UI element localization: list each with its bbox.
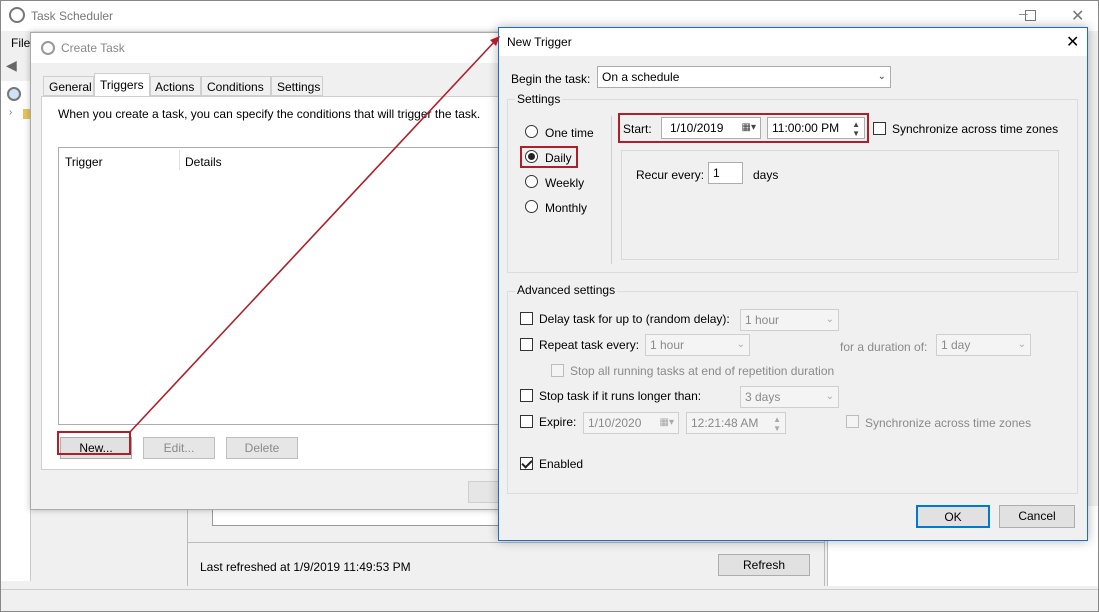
tree-root-clock-icon[interactable] bbox=[7, 87, 21, 101]
stop-task-chevron-icon: ⌄ bbox=[825, 391, 834, 402]
expire-label[interactable]: Expire: bbox=[539, 415, 576, 429]
radio-weekly[interactable] bbox=[525, 175, 538, 188]
menu-file[interactable]: File bbox=[11, 36, 30, 50]
recur-panel bbox=[621, 150, 1059, 260]
stop-task-checkbox[interactable] bbox=[520, 389, 533, 402]
tab-general[interactable]: General bbox=[43, 76, 94, 96]
daily-highlight bbox=[520, 146, 578, 168]
expire-sync-label[interactable]: Synchronize across time zones bbox=[865, 416, 1031, 430]
new-trigger-titlebar: New Trigger ✕ bbox=[499, 28, 1087, 56]
delay-value: 1 hour bbox=[745, 313, 780, 327]
task-scheduler-title: Task Scheduler bbox=[31, 9, 114, 23]
triggers-tab-panel: When you create a task, you can specify … bbox=[41, 96, 501, 470]
expire-spinner-icon[interactable]: ▲ ▼ bbox=[773, 415, 781, 433]
tree-expand-icon[interactable]: › bbox=[9, 107, 12, 118]
triggers-list[interactable]: Trigger Details bbox=[58, 147, 500, 425]
stop-task-value: 3 days bbox=[745, 390, 781, 404]
sync-time-zones-checkbox[interactable] bbox=[873, 122, 886, 135]
radio-monthly-label[interactable]: Monthly bbox=[545, 201, 587, 215]
clock-icon bbox=[9, 7, 25, 23]
enabled-label[interactable]: Enabled bbox=[539, 457, 583, 471]
column-trigger[interactable]: Trigger bbox=[65, 155, 103, 169]
expire-date-value: 1/10/2020 bbox=[588, 416, 642, 430]
duration-select[interactable]: 1 day ⌄ bbox=[936, 334, 1031, 356]
recur-label: Recur every: bbox=[636, 168, 705, 182]
recur-days-input[interactable]: 1 bbox=[708, 162, 743, 184]
start-highlight bbox=[618, 113, 869, 143]
new-trigger-dialog: New Trigger ✕ Begin the task: On a sched… bbox=[498, 27, 1088, 541]
expire-time-field[interactable]: 12:21:48 AM ▲ ▼ bbox=[686, 412, 786, 434]
delay-select[interactable]: 1 hour ⌄ bbox=[740, 309, 839, 331]
tab-actions[interactable]: Actions bbox=[150, 76, 201, 96]
radio-one-time[interactable] bbox=[525, 125, 538, 138]
column-divider bbox=[179, 150, 180, 170]
tab-settings[interactable]: Settings bbox=[271, 76, 323, 96]
tab-conditions-label: Conditions bbox=[207, 80, 264, 94]
recur-unit-label: days bbox=[753, 168, 779, 182]
recur-days-value: 1 bbox=[713, 166, 720, 180]
radio-monthly[interactable] bbox=[525, 200, 538, 213]
sync-time-zones-label[interactable]: Synchronize across time zones bbox=[892, 122, 1058, 136]
delete-trigger-button[interactable]: Delete bbox=[226, 437, 298, 459]
repeat-value: 1 hour bbox=[650, 338, 685, 352]
begin-task-label: Begin the task: bbox=[511, 72, 591, 86]
radio-weekly-label[interactable]: Weekly bbox=[545, 176, 584, 190]
status-bar bbox=[1, 589, 1098, 611]
chevron-down-icon: ⌄ bbox=[877, 71, 886, 82]
tab-triggers-label: Triggers bbox=[100, 78, 144, 92]
maximize-icon[interactable] bbox=[1025, 10, 1036, 21]
back-arrow-icon[interactable]: ◀ bbox=[6, 57, 17, 74]
begin-task-value: On a schedule bbox=[602, 70, 680, 84]
column-details[interactable]: Details bbox=[185, 155, 222, 169]
expire-sync-checkbox[interactable] bbox=[846, 415, 859, 428]
begin-task-select[interactable]: On a schedule ⌄ bbox=[597, 66, 891, 88]
tab-actions-label: Actions bbox=[155, 80, 195, 94]
create-task-title: Create Task bbox=[61, 41, 125, 55]
cancel-button[interactable]: Cancel bbox=[999, 505, 1075, 528]
close-icon[interactable]: ✕ bbox=[1071, 6, 1084, 26]
tab-conditions[interactable]: Conditions bbox=[201, 76, 271, 96]
repeat-chevron-icon: ⌄ bbox=[736, 339, 745, 350]
settings-separator bbox=[611, 116, 612, 264]
stop-all-checkbox[interactable] bbox=[551, 364, 564, 377]
ok-button[interactable]: OK bbox=[916, 505, 990, 528]
delay-label[interactable]: Delay task for up to (random delay): bbox=[539, 312, 730, 326]
expire-time-value: 12:21:48 AM bbox=[691, 416, 759, 430]
delay-chevron-icon: ⌄ bbox=[825, 314, 834, 325]
new-button-highlight bbox=[57, 431, 131, 455]
settings-group-label: Settings bbox=[515, 92, 563, 106]
advanced-settings-label: Advanced settings bbox=[515, 283, 618, 297]
stop-task-select[interactable]: 3 days ⌄ bbox=[740, 386, 839, 408]
enabled-checkbox[interactable] bbox=[520, 457, 533, 470]
expire-calendar-icon: ▦▾ bbox=[659, 417, 674, 428]
navigation-tree: › bbox=[1, 81, 31, 581]
new-trigger-close-icon[interactable]: ✕ bbox=[1066, 32, 1079, 52]
expire-checkbox[interactable] bbox=[520, 415, 533, 428]
duration-value: 1 day bbox=[941, 338, 971, 352]
last-refreshed-label: Last refreshed at 1/9/2019 11:49:53 PM bbox=[200, 560, 411, 574]
delay-checkbox[interactable] bbox=[520, 312, 533, 325]
tab-general-label: General bbox=[49, 80, 92, 94]
new-trigger-title: New Trigger bbox=[507, 35, 572, 49]
stop-task-label[interactable]: Stop task if it runs longer than: bbox=[539, 389, 701, 403]
divider bbox=[188, 542, 824, 543]
triggers-description: When you create a task, you can specify … bbox=[58, 107, 481, 121]
stop-all-label[interactable]: Stop all running tasks at end of repetit… bbox=[570, 364, 834, 378]
repeat-checkbox[interactable] bbox=[520, 338, 533, 351]
duration-chevron-icon: ⌄ bbox=[1017, 339, 1026, 350]
radio-one-time-label[interactable]: One time bbox=[545, 126, 594, 140]
duration-label: for a duration of: bbox=[840, 340, 928, 354]
expire-date-picker[interactable]: 1/10/2020 ▦▾ bbox=[583, 412, 679, 434]
create-task-clock-icon bbox=[41, 41, 55, 55]
create-task-titlebar: Create Task bbox=[31, 33, 501, 63]
repeat-select[interactable]: 1 hour ⌄ bbox=[645, 334, 750, 356]
tab-settings-label: Settings bbox=[277, 80, 321, 94]
refresh-button[interactable]: Refresh bbox=[718, 554, 810, 576]
tab-triggers[interactable]: Triggers bbox=[94, 73, 150, 97]
edit-trigger-button[interactable]: Edit... bbox=[143, 437, 215, 459]
repeat-label[interactable]: Repeat task every: bbox=[539, 338, 639, 352]
